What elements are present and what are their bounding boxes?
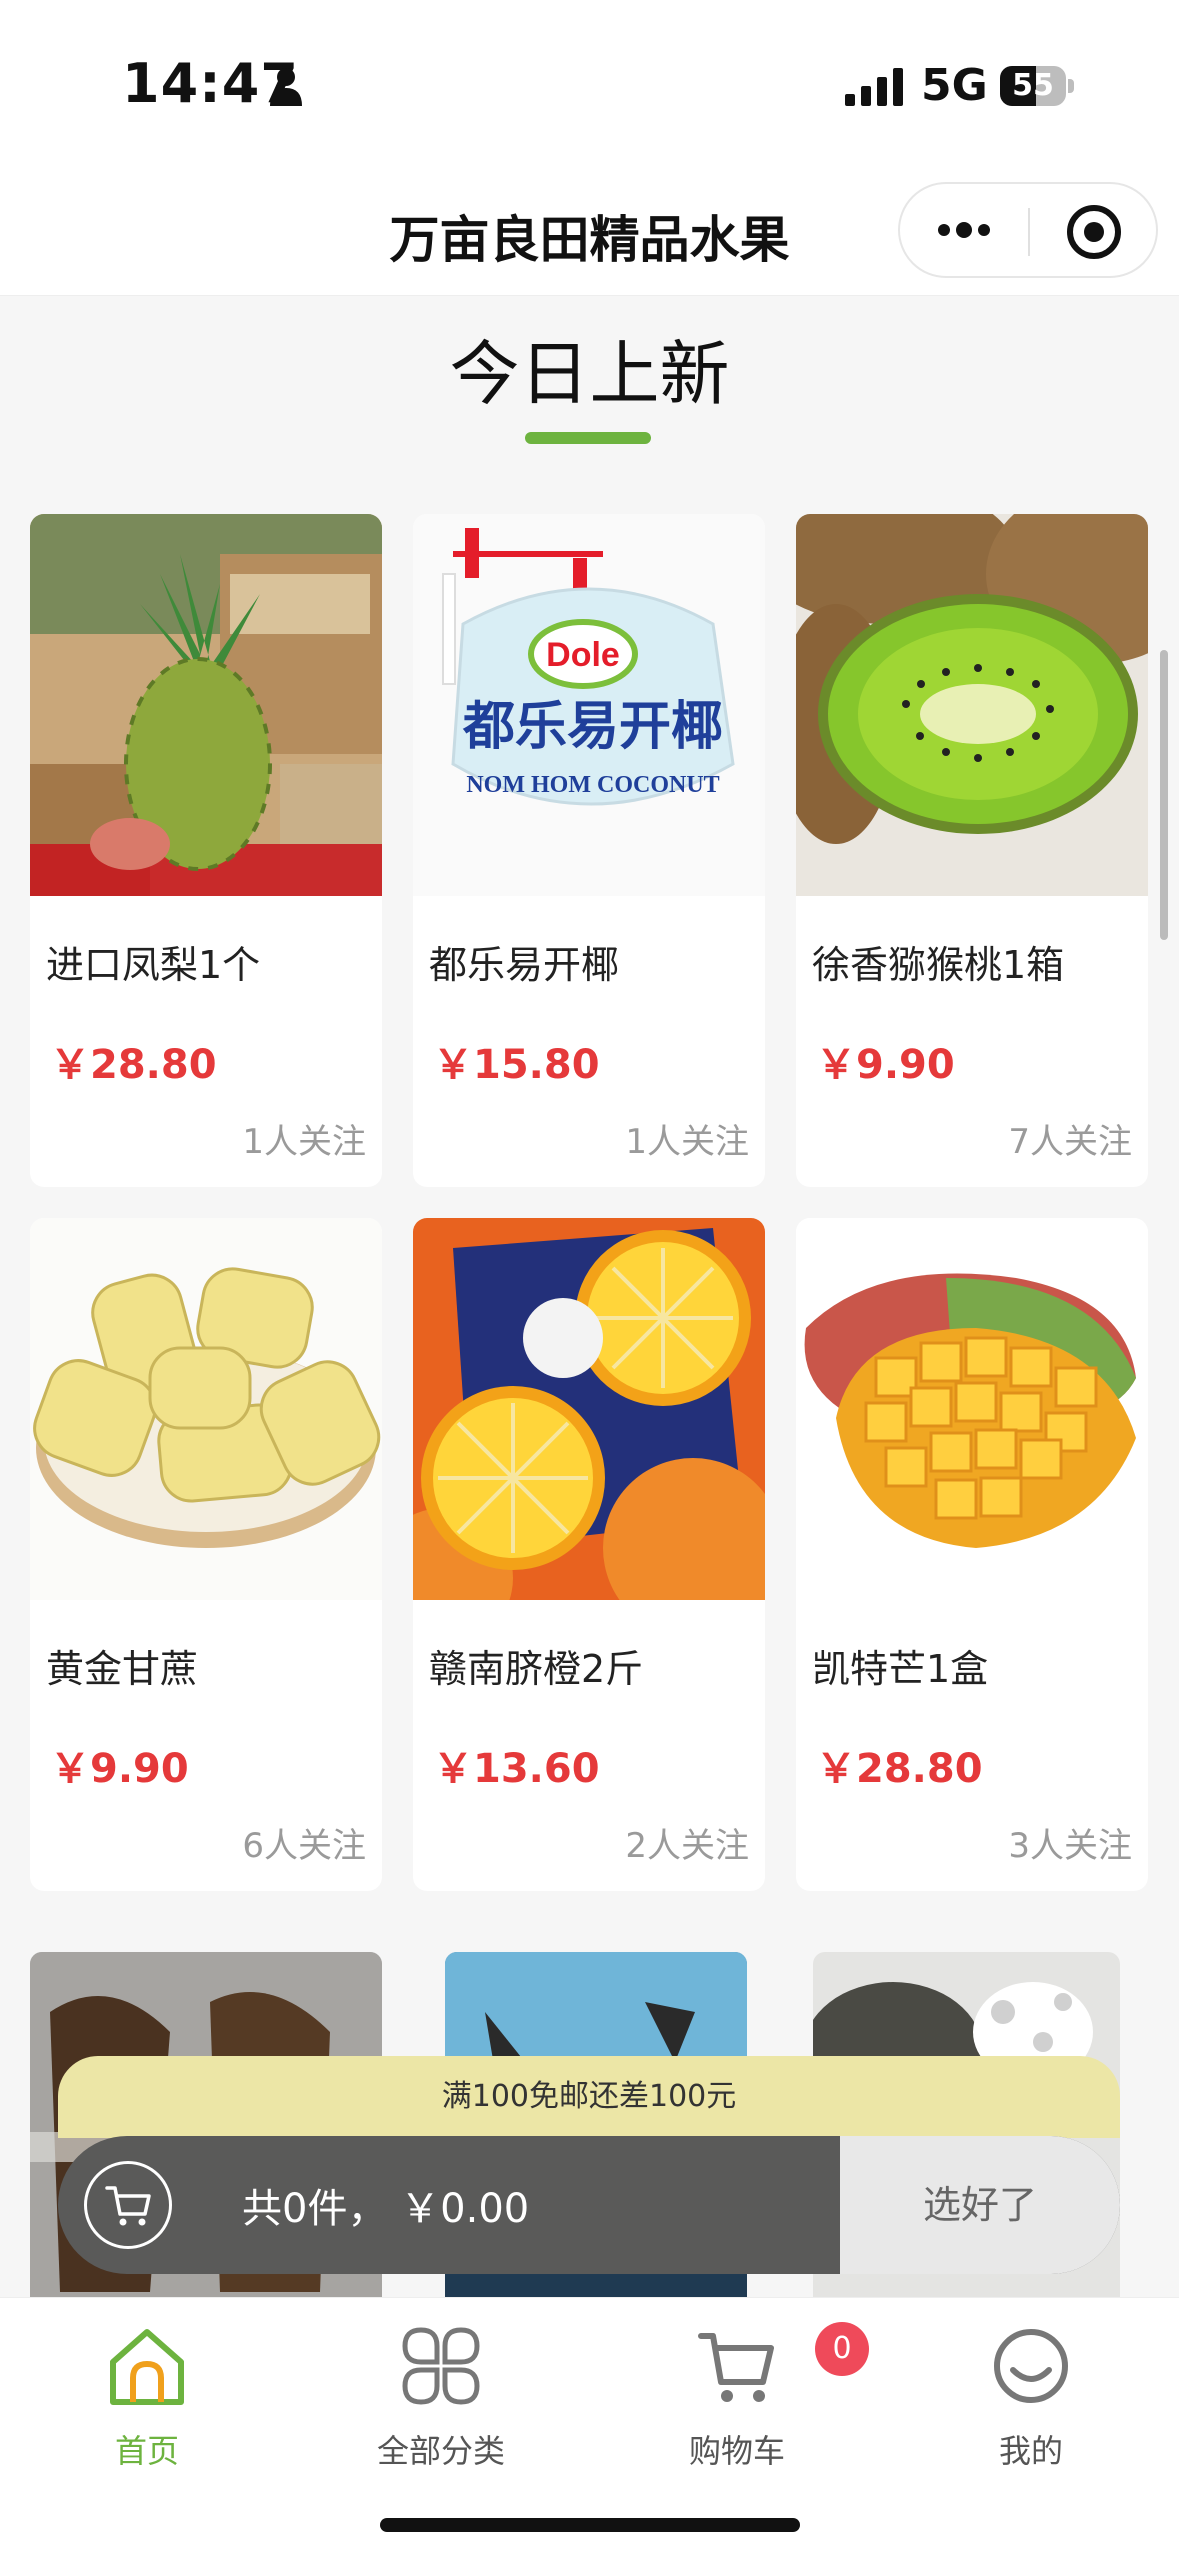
tab-profile[interactable]: 我的: [931, 2312, 1131, 2470]
checkout-button[interactable]: 选好了: [840, 2136, 1120, 2274]
tab-label: 我的: [998, 2432, 1063, 2470]
sugarcane-image: [30, 1218, 382, 1600]
product-followers: 6人关注: [242, 1826, 366, 1866]
network-type: 5G: [921, 60, 988, 111]
tab-home[interactable]: 首页: [47, 2312, 247, 2470]
status-bar: 14:47 5G 55: [0, 0, 1179, 170]
product-price: ￥9.90: [816, 1042, 955, 1088]
product-followers: 3人关注: [1008, 1826, 1132, 1866]
tab-label: 购物车: [688, 2432, 785, 2470]
home-icon: [110, 2329, 184, 2405]
product-name: 黄金甘蔗: [46, 1647, 199, 1691]
cart-bar: 共0件， ￥0.00 选好了: [58, 2136, 1120, 2274]
product-card[interactable]: Dole 都乐易开椰 NOM HOM COCONUT 都乐易开椰 ￥15.80 …: [413, 514, 765, 1187]
coconut-label: 都乐易开椰: [462, 697, 723, 757]
product-followers: 2人关注: [625, 1826, 749, 1866]
tab-categories[interactable]: 全部分类: [341, 2312, 541, 2470]
product-price: ￥9.90: [50, 1746, 189, 1792]
coconut-sublabel: NOM HOM COCONUT: [466, 772, 719, 798]
coconut-image: Dole 都乐易开椰 NOM HOM COCONUT: [413, 514, 765, 896]
product-price: ￥15.80: [433, 1042, 600, 1088]
tab-label: 首页: [114, 2432, 179, 2470]
product-price: ￥28.80: [50, 1042, 217, 1088]
cart-icon: [698, 2333, 774, 2402]
more-icon[interactable]: [934, 210, 994, 250]
product-card[interactable]: 徐香猕猴桃1箱 ￥9.90 7人关注: [796, 514, 1148, 1187]
product-name: 进口凤梨1个: [46, 943, 261, 987]
brand-logo-text: Dole: [546, 636, 620, 674]
product-followers: 1人关注: [625, 1122, 749, 1162]
product-name: 赣南脐橙2斤: [429, 1647, 644, 1691]
cart-summary: 共0件， ￥0.00: [242, 2186, 530, 2232]
kiwi-image: [796, 514, 1148, 896]
product-name: 都乐易开椰: [429, 943, 620, 987]
product-card[interactable]: 赣南脐橙2斤 ￥13.60 2人关注: [413, 1218, 765, 1891]
section-title: 今日上新: [449, 333, 730, 415]
category-icon: [402, 2327, 480, 2405]
free-shipping-banner: 满100免邮还差100元: [58, 2056, 1120, 2138]
product-name: 徐香猕猴桃1箱: [812, 943, 1065, 987]
product-price: ￥28.80: [816, 1746, 983, 1792]
product-card[interactable]: 黄金甘蔗 ￥9.90 6人关注: [30, 1218, 382, 1891]
home-indicator[interactable]: [380, 2518, 800, 2532]
mango-image: [796, 1218, 1148, 1600]
product-name: 凯特芒1盒: [812, 1647, 989, 1691]
product-card[interactable]: 凯特芒1盒 ￥28.80 3人关注: [796, 1218, 1148, 1891]
tab-cart[interactable]: 购物车: [637, 2312, 837, 2470]
section-underline: [525, 432, 651, 444]
nav-bar: 万亩良田精品水果: [0, 170, 1179, 296]
battery-icon: 55: [1000, 66, 1074, 106]
miniprogram-capsule: [898, 182, 1158, 278]
cart-button[interactable]: [84, 2161, 172, 2249]
cart-icon: [105, 2186, 151, 2226]
product-card[interactable]: 进口凤梨1个 ￥28.80 1人关注: [30, 514, 382, 1187]
close-miniprogram-icon[interactable]: [1064, 202, 1124, 262]
product-followers: 7人关注: [1008, 1122, 1132, 1162]
product-followers: 1人关注: [242, 1122, 366, 1162]
battery-percent: 55: [1012, 68, 1054, 103]
cart-count-badge: 0: [815, 2322, 869, 2376]
person-icon: [270, 68, 302, 106]
signal-icon: [845, 68, 903, 106]
orange-image: [413, 1218, 765, 1600]
pineapple-image: [30, 514, 382, 896]
profile-icon: [994, 2329, 1068, 2403]
scrollbar[interactable]: [1160, 650, 1168, 940]
product-price: ￥13.60: [433, 1746, 600, 1792]
tab-label: 全部分类: [376, 2432, 505, 2470]
